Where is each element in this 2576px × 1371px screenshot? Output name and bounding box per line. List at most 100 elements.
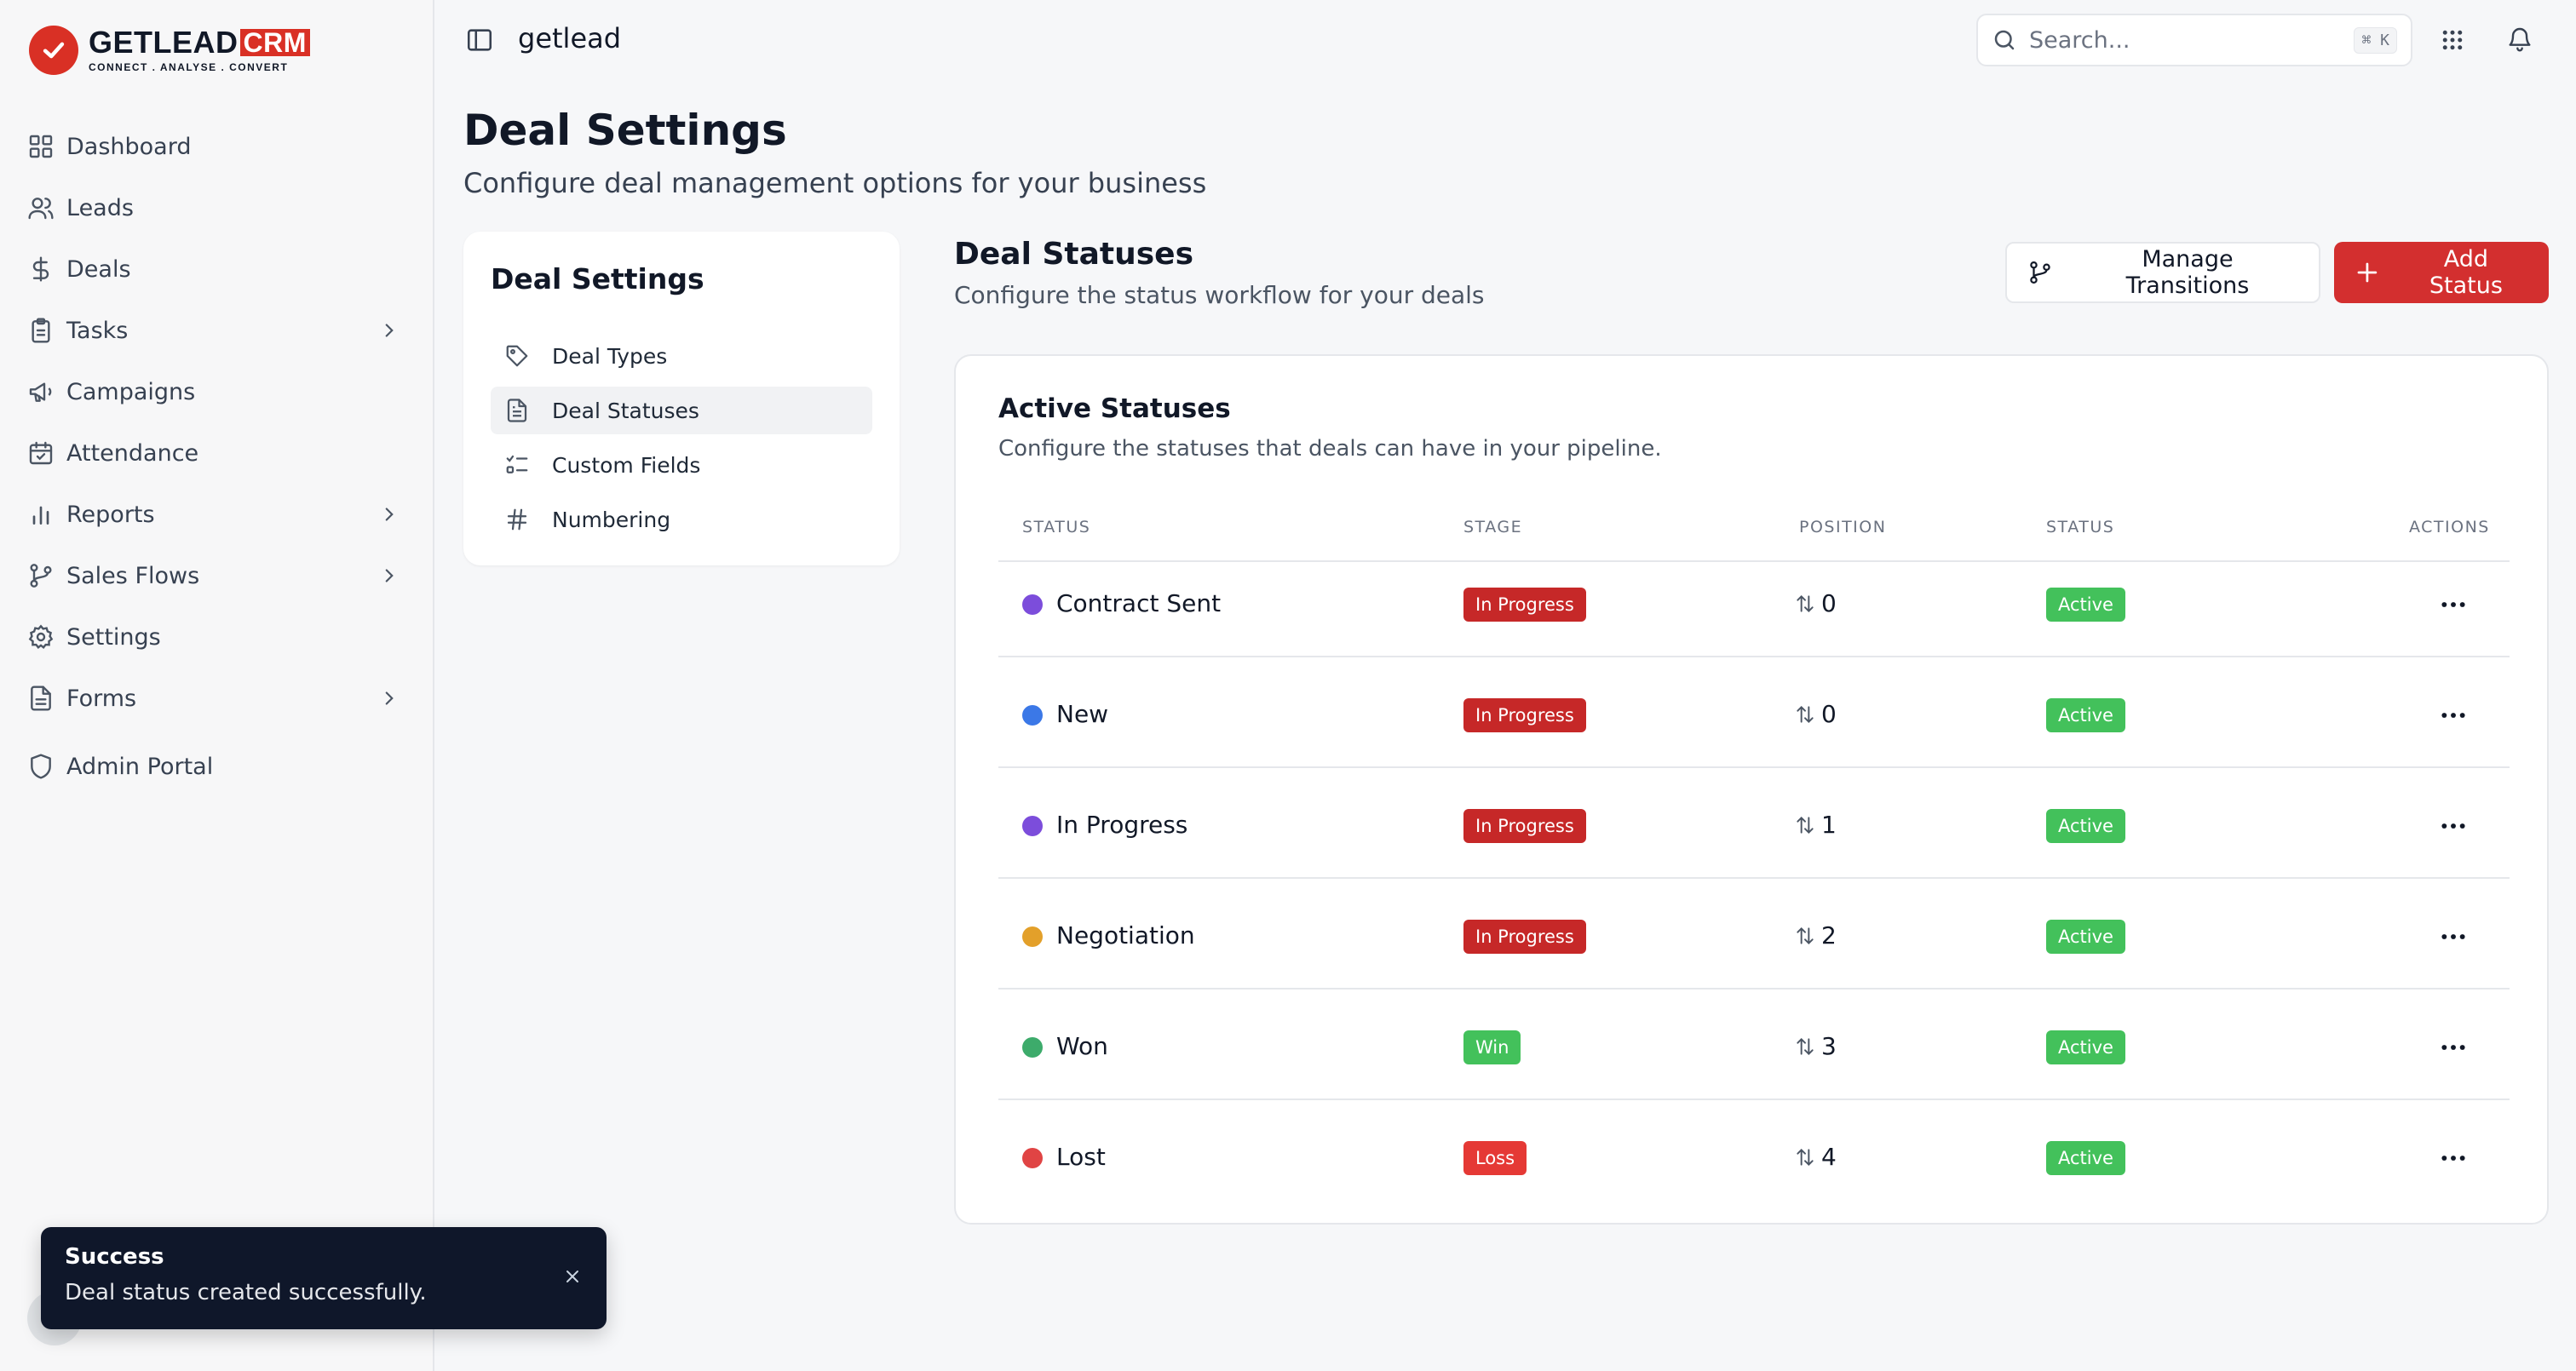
logo-tagline: CONNECT . ANALYSE . CONVERT [89, 61, 289, 73]
calendar-check-icon [29, 441, 53, 465]
git-branch-icon [30, 564, 52, 588]
position-value: 2 [1821, 921, 1837, 949]
menu-item-deal-statuses[interactable]: Deal Statuses [491, 387, 872, 434]
sidebar-item-deals[interactable]: Deals [27, 238, 407, 300]
menu-item-label: Numbering [552, 507, 671, 532]
manage-transitions-label: Manage Transitions [2125, 246, 2250, 299]
more-horizontal-icon[interactable] [2440, 705, 2467, 726]
add-status-button[interactable]: Add Status [2334, 242, 2549, 303]
file-text-icon [31, 686, 51, 711]
sidebar-item-forms[interactable]: Forms [27, 668, 407, 729]
table-row[interactable]: In Progress In Progress 1 Active [998, 768, 2510, 879]
manage-transitions-button[interactable]: Manage Transitions [2005, 242, 2320, 303]
table-body: Contract Sent In Progress 0 Active New I… [998, 547, 2510, 1211]
page-subtitle: Configure deal management options for yo… [463, 167, 1207, 199]
status-color-dot [1022, 926, 1043, 947]
search-box[interactable]: ⌘ K [1976, 14, 2412, 66]
table-row[interactable]: Won Win 3 Active [998, 990, 2510, 1100]
table-row[interactable]: Contract Sent In Progress 0 Active [998, 547, 2510, 657]
grid-icon [29, 135, 53, 158]
main-nav: Dashboard Leads Deals Tasks Campaigns At… [27, 116, 407, 797]
chevron-right-icon[interactable] [378, 565, 400, 587]
stage-badge: In Progress [1463, 809, 1586, 843]
sort-arrows-icon [1797, 1148, 1814, 1166]
search-icon [1994, 30, 2015, 50]
card-title: Active Statuses [998, 393, 1231, 424]
sidebar-item-attendance[interactable]: Attendance [27, 422, 407, 484]
more-horizontal-icon[interactable] [2440, 1148, 2467, 1168]
sort-arrows-icon [1797, 1037, 1814, 1055]
sidebar-item-label: Attendance [66, 439, 199, 467]
position-cell: 0 [1796, 589, 1837, 617]
status-name: Contract Sent [1056, 589, 1222, 617]
logo-crm: CRM [239, 29, 310, 56]
sidebar-item-settings[interactable]: Settings [27, 606, 407, 668]
section-subtitle: Configure the status workflow for your d… [954, 281, 1485, 309]
position-cell: 2 [1796, 921, 1837, 949]
checkmark-logo-icon [29, 26, 78, 75]
position-value: 4 [1821, 1143, 1837, 1171]
git-branch-icon [2030, 261, 2050, 284]
column-header-position: POSITION [1799, 518, 1887, 536]
sidebar-item-label: Tasks [66, 317, 129, 344]
sort-arrows-icon [1797, 594, 1814, 612]
app-logo[interactable]: GETLEAD CRM CONNECT . ANALYSE . CONVERT [29, 26, 310, 75]
chevron-right-icon[interactable] [378, 319, 400, 341]
sidebar-item-label: Settings [66, 623, 161, 651]
apps-grid-icon[interactable] [2440, 27, 2465, 53]
active-statuses-card: Active Statuses Configure the statuses t… [954, 354, 2549, 1225]
toast-title: Success [65, 1244, 164, 1270]
status-name: Won [1056, 1032, 1108, 1060]
column-header-status: STATUS [1022, 518, 1091, 536]
dollar-icon [32, 256, 49, 282]
column-header-actions: ACTIONS [2409, 518, 2490, 536]
active-badge: Active [2046, 588, 2125, 622]
stage-badge: In Progress [1463, 920, 1586, 954]
table-row[interactable]: Lost Loss 4 Active [998, 1100, 2510, 1211]
sidebar-item-label: Deals [66, 255, 131, 283]
status-name: In Progress [1056, 811, 1188, 839]
sidebar-item-label: Sales Flows [66, 562, 200, 589]
menu-item-numbering[interactable]: Numbering [491, 496, 872, 543]
search-input[interactable] [2029, 26, 2355, 54]
bell-icon[interactable] [2506, 26, 2533, 53]
megaphone-icon [29, 382, 52, 402]
sidebar-item-leads[interactable]: Leads [27, 177, 407, 238]
table-row[interactable]: New In Progress 0 Active [998, 657, 2510, 768]
chevron-right-icon[interactable] [378, 687, 400, 709]
more-horizontal-icon[interactable] [2440, 594, 2467, 615]
menu-item-label: Deal Types [552, 343, 668, 369]
status-name: Lost [1056, 1143, 1106, 1171]
sidebar-item-sales-flows[interactable]: Sales Flows [27, 545, 407, 606]
section-title: Deal Statuses [954, 237, 1194, 272]
sidebar-item-label: Forms [66, 685, 137, 712]
more-horizontal-icon[interactable] [2440, 1037, 2467, 1058]
search-shortcut: ⌘ K [2354, 26, 2397, 54]
sidebar-item-tasks[interactable]: Tasks [27, 300, 407, 361]
position-value: 1 [1821, 811, 1837, 839]
sidebar-item-admin-portal[interactable]: Admin Portal [27, 736, 407, 797]
sidebar-item-reports[interactable]: Reports [27, 484, 407, 545]
tag-icon [506, 345, 528, 367]
menu-item-deal-types[interactable]: Deal Types [491, 332, 872, 380]
sidebar-item-dashboard[interactable]: Dashboard [27, 116, 407, 177]
more-horizontal-icon[interactable] [2440, 816, 2467, 836]
users-icon [28, 198, 54, 220]
chevron-right-icon[interactable] [378, 503, 400, 525]
plus-icon [2357, 262, 2378, 283]
add-status-label: Add Status [2429, 246, 2503, 299]
sidebar-toggle-icon[interactable] [465, 26, 494, 54]
position-cell: 4 [1796, 1143, 1837, 1171]
stage-badge: In Progress [1463, 698, 1586, 732]
stage-badge: Loss [1463, 1141, 1527, 1175]
status-color-dot [1022, 1037, 1043, 1058]
clipboard-icon [32, 318, 50, 343]
more-horizontal-icon[interactable] [2440, 926, 2467, 947]
table-row[interactable]: Negotiation In Progress 2 Active [998, 879, 2510, 990]
sidebar-item-label: Campaigns [66, 378, 196, 405]
close-icon[interactable] [562, 1266, 583, 1287]
menu-item-custom-fields[interactable]: Custom Fields [491, 441, 872, 489]
sort-arrows-icon [1797, 926, 1814, 944]
stage-badge: In Progress [1463, 588, 1586, 622]
sidebar-item-campaigns[interactable]: Campaigns [27, 361, 407, 422]
